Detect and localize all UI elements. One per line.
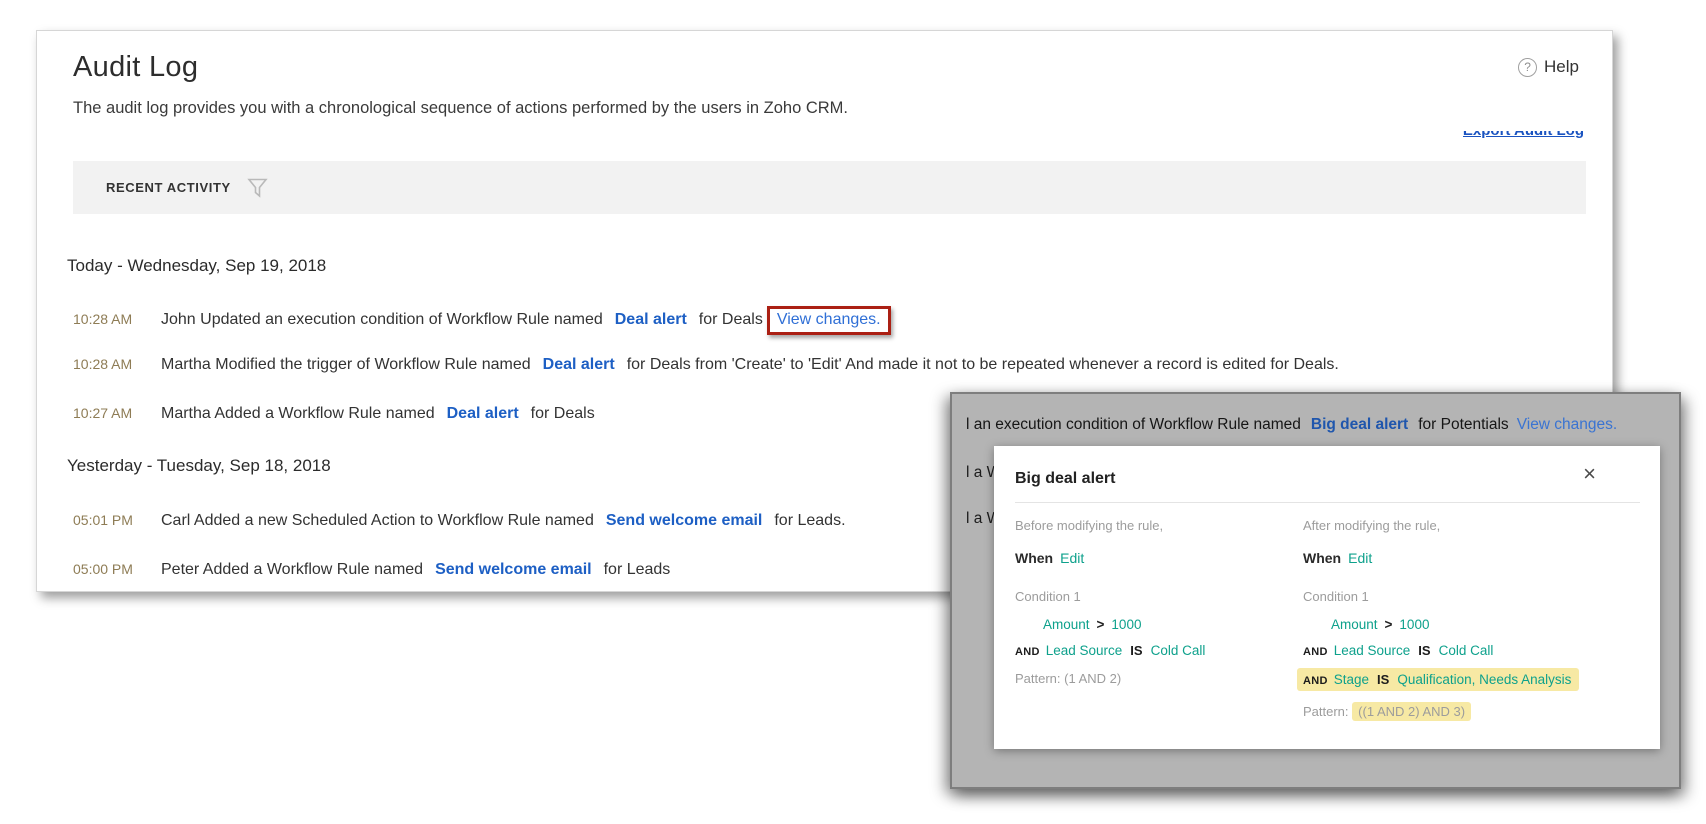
before-when-row: WhenEdit (1015, 550, 1303, 566)
entry-time: 05:00 PM (73, 561, 161, 577)
before-criteria-row-1: Amount>1000 (1043, 617, 1303, 632)
pattern-highlight: ((1 AND 2) AND 3) (1352, 702, 1471, 721)
after-label: After modifying the rule, (1303, 518, 1660, 533)
popup-view-changes-link[interactable]: View changes. (1517, 416, 1618, 433)
entry-text: Carl Added a new Scheduled Action to Wor… (161, 512, 594, 529)
entry-text: Martha Modified the trigger of Workflow … (161, 356, 531, 373)
after-column: After modifying the rule, WhenEdit Condi… (1303, 503, 1660, 719)
before-label: Before modifying the rule, (1015, 518, 1303, 533)
big-deal-alert-link[interactable]: Big deal alert (1311, 416, 1408, 433)
help-button[interactable]: ? Help (1518, 57, 1579, 77)
filter-icon[interactable] (247, 178, 268, 198)
help-icon: ? (1518, 58, 1537, 77)
popup-log-line: l an execution condition of Workflow Rul… (966, 416, 1671, 434)
red-highlight-box: View changes. (767, 306, 891, 335)
entry-suffix: for Leads (604, 561, 671, 578)
before-condition-label: Condition 1 (1015, 589, 1303, 604)
popup-log-suffix: for Potentials (1418, 416, 1508, 433)
close-icon[interactable]: × (1583, 464, 1596, 484)
entry-suffix: for Deals from 'Create' to 'Edit' And ma… (627, 356, 1339, 373)
date-group-today: Today - Wednesday, Sep 19, 2018 (67, 256, 326, 276)
workflow-rule-link[interactable]: Send welcome email (606, 512, 763, 529)
entry-suffix: for Leads. (774, 512, 845, 529)
trigger-value: Edit (1348, 550, 1372, 566)
dialog-title: Big deal alert (1015, 470, 1630, 488)
view-changes-popup: l an execution condition of Workflow Rul… (950, 392, 1681, 789)
after-criteria-row-2: ANDLead SourceISCold Call (1303, 643, 1660, 658)
recent-activity-bar: RECENT ACTIVITY (73, 161, 1586, 214)
log-entry: 10:28 AMJohn Updated an execution condit… (73, 306, 1592, 335)
page-description: The audit log provides you with a chrono… (73, 99, 848, 118)
log-entry: 10:28 AMMartha Modified the trigger of W… (73, 356, 1592, 374)
export-audit-log-link[interactable]: Export Audit Log (1463, 131, 1584, 139)
entry-text: Peter Added a Workflow Rule named (161, 561, 423, 578)
entry-text: John Updated an execution condition of W… (161, 311, 603, 328)
page-title: Audit Log (73, 51, 198, 84)
after-when-row: WhenEdit (1303, 550, 1660, 566)
entry-suffix: for Deals (699, 311, 763, 328)
view-changes-link[interactable]: View changes. (777, 311, 881, 328)
big-deal-alert-dialog: Big deal alert × Before modifying the ru… (994, 446, 1660, 749)
entry-time: 05:01 PM (73, 512, 161, 528)
before-criteria-row-2: ANDLead SourceISCold Call (1015, 643, 1303, 658)
before-pattern: Pattern: (1 AND 2) (1015, 671, 1303, 686)
popup-log-prefix: l an execution condition of Workflow Rul… (966, 416, 1301, 433)
trigger-value: Edit (1060, 550, 1084, 566)
help-label: Help (1544, 57, 1579, 77)
date-group-yesterday: Yesterday - Tuesday, Sep 18, 2018 (67, 456, 331, 476)
after-criteria-row-3-highlighted: ANDStageISQualification, Needs Analysis (1297, 668, 1579, 691)
entry-time: 10:28 AM (73, 356, 161, 372)
entry-suffix: for Deals (531, 405, 595, 422)
export-audit-log-clipped: Export Audit Log (1463, 131, 1584, 148)
workflow-rule-link[interactable]: Deal alert (447, 405, 519, 422)
before-column: Before modifying the rule, WhenEdit Cond… (1015, 503, 1303, 719)
entry-time: 10:27 AM (73, 405, 161, 421)
workflow-rule-link[interactable]: Deal alert (543, 356, 615, 373)
after-pattern: Pattern: ((1 AND 2) AND 3) (1303, 704, 1660, 719)
entry-text: Martha Added a Workflow Rule named (161, 405, 435, 422)
workflow-rule-link[interactable]: Send welcome email (435, 561, 592, 578)
after-condition-label: Condition 1 (1303, 589, 1660, 604)
entry-time: 10:28 AM (73, 311, 161, 327)
after-criteria-row-1: Amount>1000 (1331, 617, 1660, 632)
workflow-rule-link[interactable]: Deal alert (615, 311, 687, 328)
recent-activity-label: RECENT ACTIVITY (106, 180, 231, 195)
